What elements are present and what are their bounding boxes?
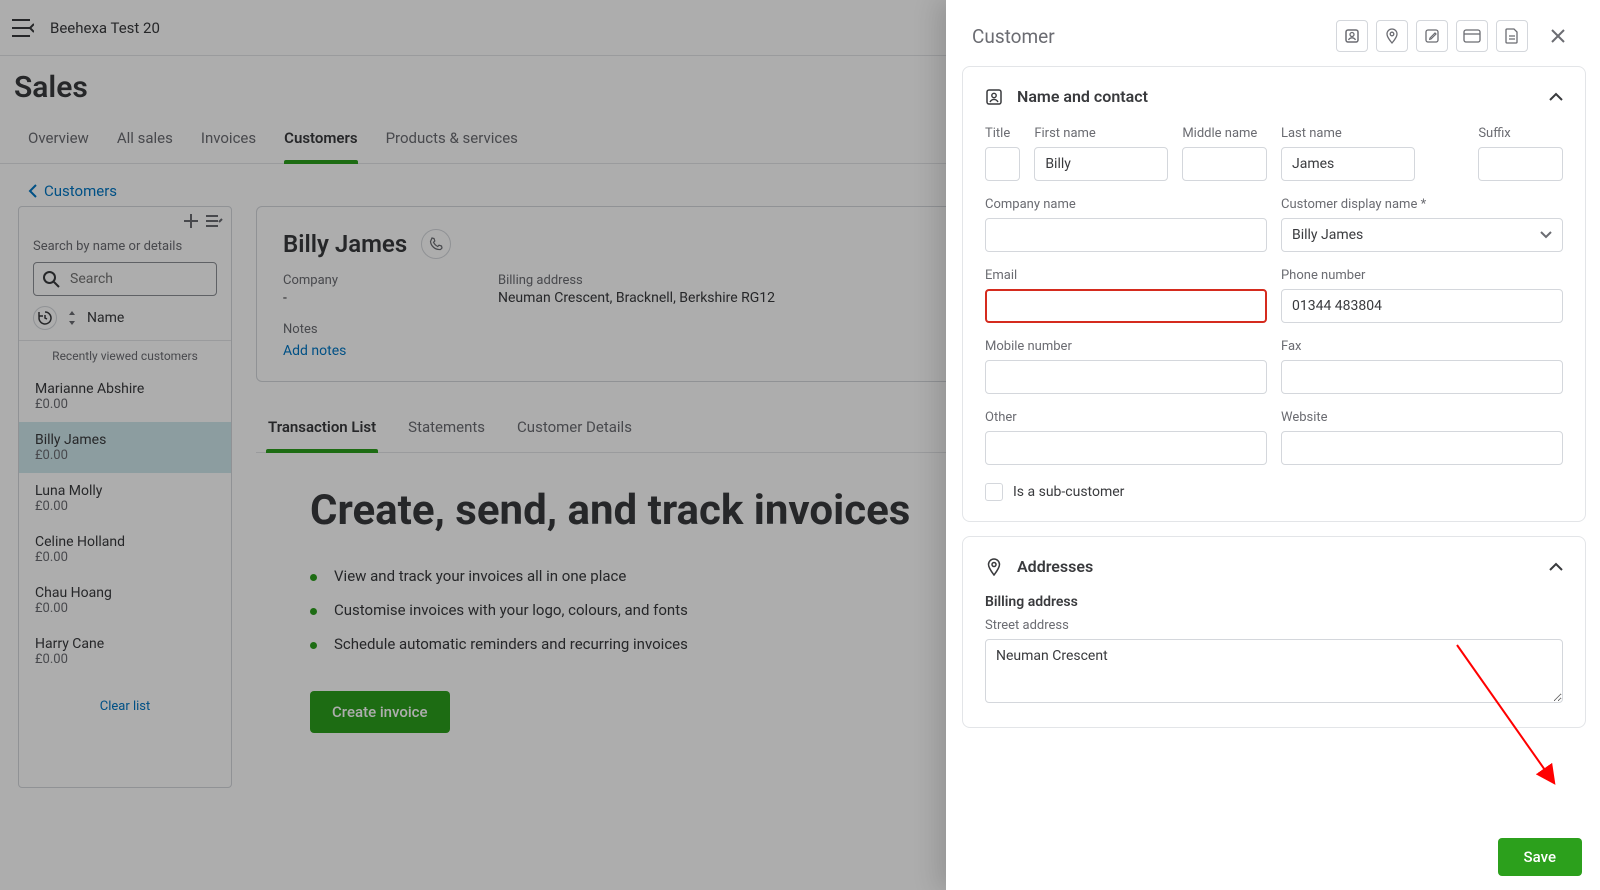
display-name-select[interactable]: Billy James <box>1281 218 1563 252</box>
close-icon[interactable] <box>1542 20 1574 52</box>
contact-card-icon[interactable] <box>1336 20 1368 52</box>
label-phone: Phone number <box>1281 268 1563 283</box>
chevron-up-icon[interactable] <box>1549 92 1563 102</box>
label-mobile: Mobile number <box>985 339 1267 354</box>
customer-drawer: Customer Name and contact Title First na… <box>946 0 1600 890</box>
billing-address-heading: Billing address <box>985 594 1563 610</box>
sub-customer-label: Is a sub-customer <box>1013 484 1124 500</box>
fax-field[interactable] <box>1281 360 1563 394</box>
label-middle-name: Middle name <box>1182 126 1267 141</box>
section-title: Name and contact <box>1017 87 1148 106</box>
section-addresses: Addresses Billing address Street address <box>962 536 1586 728</box>
label-title: Title <box>985 126 1020 141</box>
document-icon[interactable] <box>1496 20 1528 52</box>
location-icon[interactable] <box>1376 20 1408 52</box>
label-email: Email <box>985 268 1267 283</box>
website-field[interactable] <box>1281 431 1563 465</box>
sub-customer-checkbox[interactable]: Is a sub-customer <box>985 483 1563 501</box>
company-name-field[interactable] <box>985 218 1267 252</box>
checkbox-icon <box>985 483 1003 501</box>
edit-note-icon[interactable] <box>1416 20 1448 52</box>
title-field[interactable] <box>985 147 1020 181</box>
label-fax: Fax <box>1281 339 1563 354</box>
street-field[interactable] <box>985 639 1563 703</box>
label-street: Street address <box>985 618 1563 633</box>
label-other: Other <box>985 410 1267 425</box>
label-first-name: First name <box>1034 126 1168 141</box>
address-section-icon <box>985 558 1003 576</box>
label-last-name: Last name <box>1281 126 1415 141</box>
middle-name-field[interactable] <box>1182 147 1267 181</box>
chevron-up-icon[interactable] <box>1549 562 1563 572</box>
drawer-title: Customer <box>972 25 1055 48</box>
label-website: Website <box>1281 410 1563 425</box>
label-suffix: Suffix <box>1478 126 1563 141</box>
contact-section-icon <box>985 88 1003 106</box>
other-field[interactable] <box>985 431 1267 465</box>
section-name-contact: Name and contact Title First name Middle… <box>962 66 1586 522</box>
last-name-field[interactable] <box>1281 147 1415 181</box>
section-title: Addresses <box>1017 557 1093 576</box>
save-button[interactable]: Save <box>1498 838 1582 876</box>
chevron-down-icon <box>1540 231 1552 239</box>
email-field[interactable] <box>985 289 1267 323</box>
display-name-value: Billy James <box>1292 227 1363 243</box>
suffix-field[interactable] <box>1478 147 1563 181</box>
first-name-field[interactable] <box>1034 147 1168 181</box>
label-display-name: Customer display name * <box>1281 197 1563 212</box>
label-company-name: Company name <box>985 197 1267 212</box>
mobile-field[interactable] <box>985 360 1267 394</box>
phone-field[interactable] <box>1281 289 1563 323</box>
payment-card-icon[interactable] <box>1456 20 1488 52</box>
